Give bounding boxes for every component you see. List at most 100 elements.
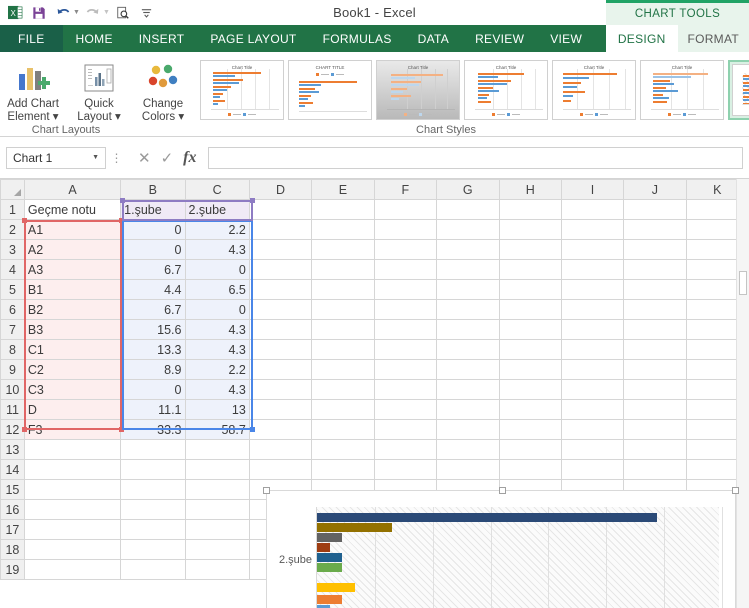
cell-h4[interactable] xyxy=(498,259,562,280)
formula-bar-grip[interactable]: ⋮ xyxy=(106,151,128,165)
cell-f3[interactable] xyxy=(373,239,438,260)
cell-i6[interactable] xyxy=(560,299,625,320)
cell-a3[interactable]: A2 xyxy=(23,239,122,260)
cancel-formula-button[interactable]: ✕ xyxy=(138,149,151,167)
range-handle[interactable] xyxy=(22,218,27,223)
tab-formulas[interactable]: FORMULAS xyxy=(310,25,405,52)
cell-a18[interactable] xyxy=(23,539,122,560)
formula-input[interactable] xyxy=(208,146,743,169)
cell-d12[interactable] xyxy=(248,419,313,440)
cell-a11[interactable]: D xyxy=(23,399,122,420)
cell-f4[interactable] xyxy=(373,259,438,280)
cell-d13[interactable] xyxy=(248,439,313,460)
cell-d9[interactable] xyxy=(248,359,313,380)
cell-b4[interactable]: 6.7 xyxy=(120,259,186,280)
row-header-18[interactable]: 18 xyxy=(0,539,25,560)
cell-c1[interactable]: 2.şube xyxy=(184,199,250,220)
cell-f1[interactable] xyxy=(373,199,438,220)
cell-f5[interactable] xyxy=(373,279,438,300)
cell-h14[interactable] xyxy=(498,459,562,480)
cell-i8[interactable] xyxy=(560,339,625,360)
cell-a13[interactable] xyxy=(23,439,122,460)
chart-style-6[interactable]: Chart Title xyxy=(640,60,724,120)
cell-g11[interactable] xyxy=(436,399,500,420)
chevron-down-icon[interactable]: ▼ xyxy=(92,154,99,161)
cell-b17[interactable] xyxy=(120,519,186,540)
cell-d4[interactable] xyxy=(248,259,313,280)
cell-b7[interactable]: 15.6 xyxy=(120,319,186,340)
cell-i5[interactable] xyxy=(560,279,625,300)
cell-c9[interactable]: 2.2 xyxy=(184,359,250,380)
cell-a14[interactable] xyxy=(23,459,122,480)
tab-format[interactable]: FORMAT xyxy=(678,25,749,52)
cell-f8[interactable] xyxy=(373,339,438,360)
row-header-9[interactable]: 9 xyxy=(0,359,25,380)
cell-j8[interactable] xyxy=(623,339,687,360)
cell-f2[interactable] xyxy=(373,219,438,240)
tab-page-layout[interactable]: PAGE LAYOUT xyxy=(197,25,309,52)
cell-d8[interactable] xyxy=(248,339,313,360)
row-header-6[interactable]: 6 xyxy=(0,299,25,320)
cell-j2[interactable] xyxy=(623,219,687,240)
column-header-b[interactable]: B xyxy=(120,179,186,200)
tab-design[interactable]: DESIGN xyxy=(606,25,678,52)
row-header-16[interactable]: 16 xyxy=(0,499,25,520)
cell-d7[interactable] xyxy=(248,319,313,340)
cell-j6[interactable] xyxy=(623,299,687,320)
cell-c15[interactable] xyxy=(184,479,250,500)
cell-d10[interactable] xyxy=(248,379,313,400)
cell-e13[interactable] xyxy=(311,439,375,460)
cell-e2[interactable] xyxy=(311,219,375,240)
cell-g12[interactable] xyxy=(436,419,500,440)
chart-resize-handle-tr[interactable] xyxy=(732,487,739,494)
chart-plot-area[interactable] xyxy=(316,507,723,608)
cell-h10[interactable] xyxy=(498,379,562,400)
cell-f14[interactable] xyxy=(373,459,438,480)
cell-e8[interactable] xyxy=(311,339,375,360)
cell-c13[interactable] xyxy=(184,439,250,460)
cell-j5[interactable] xyxy=(623,279,687,300)
bar-2sube-D[interactable] xyxy=(317,523,393,532)
cell-g9[interactable] xyxy=(436,359,500,380)
bar-2sube-B1[interactable] xyxy=(317,583,355,592)
cell-b15[interactable] xyxy=(120,479,186,500)
column-header-h[interactable]: H xyxy=(498,179,562,200)
cell-h9[interactable] xyxy=(498,359,562,380)
range-handle[interactable] xyxy=(22,427,27,432)
cell-g2[interactable] xyxy=(436,219,500,240)
cell-e6[interactable] xyxy=(311,299,375,320)
bar-2sube-C3[interactable] xyxy=(317,533,342,542)
cell-b12[interactable]: 33.3 xyxy=(120,419,186,440)
cell-d2[interactable] xyxy=(248,219,313,240)
cell-g5[interactable] xyxy=(436,279,500,300)
cell-e7[interactable] xyxy=(311,319,375,340)
column-header-i[interactable]: I xyxy=(560,179,625,200)
change-colors-button[interactable]: Change Colors ▾ xyxy=(132,56,194,124)
cell-i12[interactable] xyxy=(560,419,625,440)
cell-c4[interactable]: 0 xyxy=(184,259,250,280)
cell-h1[interactable] xyxy=(498,199,562,220)
row-header-8[interactable]: 8 xyxy=(0,339,25,360)
cell-j4[interactable] xyxy=(623,259,687,280)
cell-b10[interactable]: 0 xyxy=(120,379,186,400)
cell-a17[interactable] xyxy=(23,519,122,540)
cell-i9[interactable] xyxy=(560,359,625,380)
cell-e11[interactable] xyxy=(311,399,375,420)
cell-h7[interactable] xyxy=(498,319,562,340)
cell-a10[interactable]: C3 xyxy=(23,379,122,400)
tab-review[interactable]: REVIEW xyxy=(462,25,537,52)
column-header-j[interactable]: J xyxy=(623,179,687,200)
cell-a16[interactable] xyxy=(23,499,122,520)
chart-style-3[interactable]: Chart Title xyxy=(376,60,460,120)
tab-file[interactable]: FILE xyxy=(0,25,63,52)
column-header-f[interactable]: F xyxy=(373,179,438,200)
chart-style-2[interactable]: CHART TITLE xyxy=(288,60,372,120)
cell-e3[interactable] xyxy=(311,239,375,260)
chart-resize-handle-tc[interactable] xyxy=(499,487,506,494)
column-header-a[interactable]: A xyxy=(23,179,122,200)
cell-c2[interactable]: 2.2 xyxy=(184,219,250,240)
chart-style-7[interactable]: Chart Title xyxy=(728,60,749,120)
cell-b6[interactable]: 6.7 xyxy=(120,299,186,320)
cell-h8[interactable] xyxy=(498,339,562,360)
cell-i10[interactable] xyxy=(560,379,625,400)
